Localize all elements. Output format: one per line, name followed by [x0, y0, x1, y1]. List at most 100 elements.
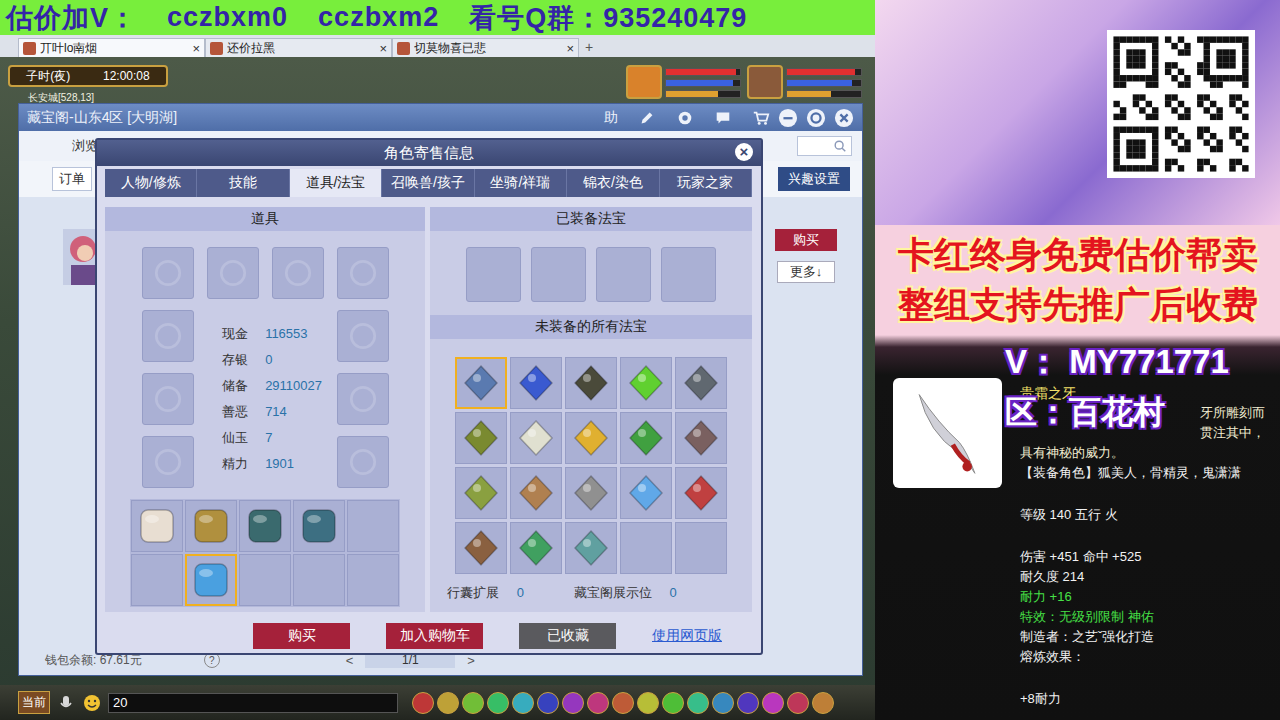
close-icon[interactable]	[834, 108, 854, 128]
fabao-slot[interactable]	[510, 412, 562, 464]
bag-slot[interactable]	[185, 500, 237, 552]
fabao-slot[interactable]	[620, 522, 672, 574]
portrait-icon[interactable]	[747, 65, 783, 99]
menu-icon[interactable]	[812, 692, 834, 714]
new-tab-button[interactable]: +	[585, 39, 593, 57]
fabao-slot[interactable]	[565, 522, 617, 574]
fabao-slot[interactable]	[510, 467, 562, 519]
dialog-button[interactable]: 使用网页版	[652, 623, 722, 649]
fabao-slot[interactable]	[620, 412, 672, 464]
dialog-button[interactable]: 购买	[253, 623, 350, 649]
menu-icon[interactable]	[412, 692, 434, 714]
buy-button[interactable]: 购买	[775, 229, 837, 251]
portrait-icon[interactable]	[626, 65, 662, 99]
menu-icon[interactable]	[762, 692, 784, 714]
fabao-slot[interactable]	[565, 467, 617, 519]
minimize-icon[interactable]	[778, 108, 798, 128]
client-tab[interactable]: 切莫物喜已悲 ×	[392, 38, 579, 57]
equipped-fabao-slot[interactable]	[661, 247, 716, 302]
close-tab-button[interactable]: ×	[379, 41, 387, 56]
fabao-slot[interactable]	[455, 357, 507, 409]
menu-icon[interactable]	[512, 692, 534, 714]
menu-icon[interactable]	[462, 692, 484, 714]
menu-icon[interactable]	[712, 692, 734, 714]
equipped-fabao-slot[interactable]	[466, 247, 521, 302]
bag-slot[interactable]	[293, 554, 345, 606]
fabao-slot[interactable]	[620, 357, 672, 409]
dialog-tab[interactable]: 坐骑/祥瑞	[475, 169, 567, 197]
client-tab[interactable]: 丌叶lo南烟 ×	[18, 38, 205, 57]
fabao-slot[interactable]	[510, 522, 562, 574]
menu-icon[interactable]	[487, 692, 509, 714]
emoji-icon[interactable]	[82, 693, 102, 713]
dialog-tab[interactable]: 召唤兽/孩子	[382, 169, 474, 197]
menu-icon[interactable]	[562, 692, 584, 714]
bag-slot[interactable]	[239, 554, 291, 606]
bag-slot[interactable]	[347, 500, 399, 552]
dialog-button[interactable]: 已收藏	[519, 623, 616, 649]
equipment-slot[interactable]	[272, 247, 324, 299]
fabao-slot[interactable]	[455, 412, 507, 464]
menu-icon[interactable]	[787, 692, 809, 714]
bag-slot[interactable]	[239, 500, 291, 552]
more-button[interactable]: 更多↓	[777, 261, 836, 283]
menu-icon[interactable]	[662, 692, 684, 714]
dialog-tab[interactable]: 玩家之家	[660, 169, 752, 197]
equipped-fabao-slot[interactable]	[531, 247, 586, 302]
chat-input[interactable]: 20	[108, 693, 398, 713]
fabao-slot[interactable]	[455, 522, 507, 574]
dialog-button[interactable]: 加入购物车	[386, 623, 483, 649]
fabao-slot[interactable]	[565, 357, 617, 409]
fabao-slot[interactable]	[455, 467, 507, 519]
menu-icon[interactable]	[737, 692, 759, 714]
fabao-slot[interactable]	[675, 412, 727, 464]
equipment-slot[interactable]	[142, 436, 194, 488]
close-tab-button[interactable]: ×	[192, 41, 200, 56]
client-tab[interactable]: 还价拉黑 ×	[205, 38, 392, 57]
settings-icon[interactable]	[806, 108, 826, 128]
equipment-slot[interactable]	[337, 436, 389, 488]
fabao-slot[interactable]	[565, 412, 617, 464]
chat-icon[interactable]	[714, 109, 732, 127]
interest-settings-button[interactable]: 兴趣设置	[778, 167, 850, 191]
equipment-slot[interactable]	[207, 247, 259, 299]
bag-slot[interactable]	[131, 500, 183, 552]
order-button[interactable]: 订单	[52, 167, 92, 191]
fabao-slot[interactable]	[675, 522, 727, 574]
menu-icon[interactable]	[637, 692, 659, 714]
pen-icon[interactable]	[638, 109, 656, 127]
equipment-slot[interactable]	[142, 247, 194, 299]
bag-slot[interactable]	[185, 554, 237, 606]
help-button[interactable]: 助	[604, 109, 618, 127]
menu-icon[interactable]	[537, 692, 559, 714]
dialog-tab[interactable]: 人物/修炼	[105, 169, 197, 197]
microphone-icon[interactable]	[56, 693, 76, 713]
dialog-tab[interactable]: 技能	[197, 169, 289, 197]
chat-channel[interactable]: 当前	[18, 691, 50, 714]
equipment-slot[interactable]	[142, 310, 194, 362]
bag-slot[interactable]	[347, 554, 399, 606]
dialog-tab[interactable]: 道具/法宝	[290, 169, 382, 197]
fabao-slot[interactable]	[620, 467, 672, 519]
search-field[interactable]	[797, 136, 852, 156]
equipped-fabao-slot[interactable]	[596, 247, 651, 302]
menu-icon[interactable]	[437, 692, 459, 714]
equipment-slot[interactable]	[337, 247, 389, 299]
equipment-slot[interactable]	[337, 310, 389, 362]
close-tab-button[interactable]: ×	[566, 41, 574, 56]
equipment-slot[interactable]	[337, 373, 389, 425]
bag-slot[interactable]	[293, 500, 345, 552]
menu-icon[interactable]	[687, 692, 709, 714]
fabao-slot[interactable]	[675, 357, 727, 409]
menu-icon[interactable]	[612, 692, 634, 714]
cart-icon[interactable]	[752, 109, 770, 127]
dialog-close-button[interactable]: ×	[735, 143, 753, 161]
character-avatar[interactable]	[63, 229, 95, 285]
record-icon[interactable]	[676, 109, 694, 127]
dialog-tab[interactable]: 锦衣/染色	[567, 169, 659, 197]
bag-slot[interactable]	[131, 554, 183, 606]
fabao-slot[interactable]	[675, 467, 727, 519]
fabao-slot[interactable]	[510, 357, 562, 409]
menu-icon[interactable]	[587, 692, 609, 714]
equipment-slot[interactable]	[142, 373, 194, 425]
